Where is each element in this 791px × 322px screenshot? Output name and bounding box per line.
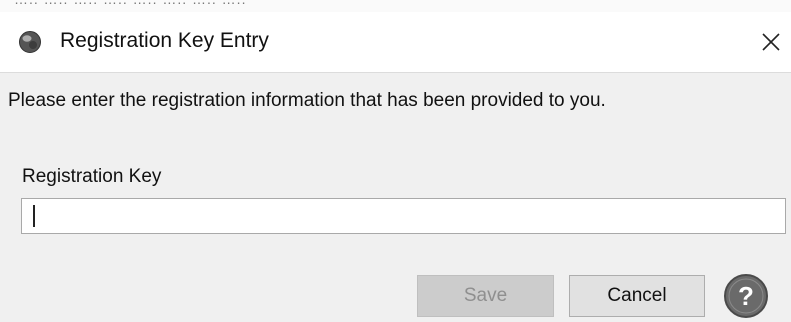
background-window-edge: ….. ….. ….. ….. ….. ….. ….. …..	[0, 0, 791, 12]
cancel-button[interactable]: Cancel	[569, 275, 705, 317]
background-text: ….. ….. ….. ….. ….. ….. ….. …..	[14, 0, 246, 7]
close-button[interactable]	[751, 22, 791, 62]
title-bar: Registration Key Entry	[0, 12, 791, 73]
text-caret	[33, 205, 35, 227]
dialog-title: Registration Key Entry	[60, 29, 269, 52]
app-logo-icon	[19, 31, 41, 53]
registration-dialog: ….. ….. ….. ….. ….. ….. ….. ….. Registra…	[0, 0, 791, 322]
help-icon[interactable]: ?	[722, 272, 770, 320]
registration-key-label: Registration Key	[22, 166, 162, 187]
save-button[interactable]: Save	[417, 275, 554, 317]
help-glyph: ?	[738, 281, 754, 311]
instruction-text: Please enter the registration informatio…	[8, 90, 606, 111]
close-icon	[762, 33, 780, 51]
registration-key-input[interactable]	[21, 198, 786, 234]
